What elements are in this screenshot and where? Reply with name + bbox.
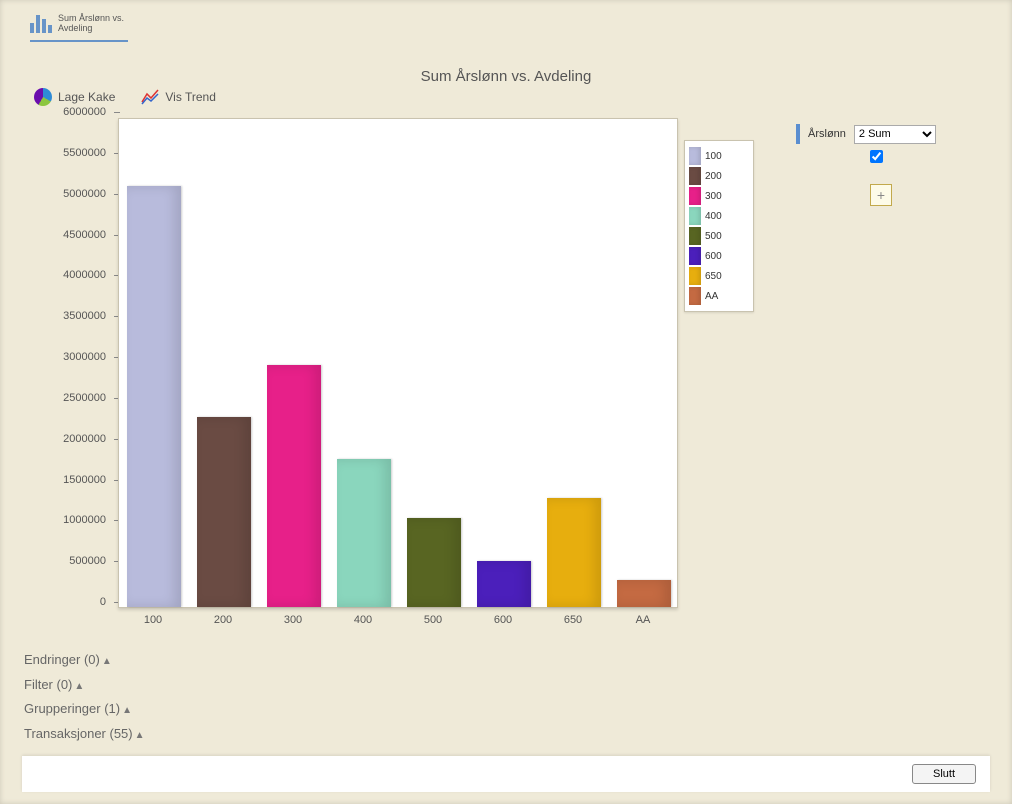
tab-strip: Sum Årslønn vs. Avdeling xyxy=(30,14,128,42)
pie-chart-icon xyxy=(34,88,52,106)
legend-item[interactable]: 200 xyxy=(689,167,749,185)
y-tick-label: 2500000 xyxy=(63,392,106,404)
close-button[interactable]: Slutt xyxy=(912,764,976,784)
x-tick-label: 650 xyxy=(564,614,582,626)
chart-plot[interactable] xyxy=(118,118,678,608)
legend-item[interactable]: 100 xyxy=(689,147,749,165)
accordion-header[interactable]: Transaksjoner (55)▲ xyxy=(24,722,145,747)
legend-item[interactable]: 500 xyxy=(689,227,749,245)
legend-label: 650 xyxy=(705,271,722,282)
legend-label: 200 xyxy=(705,171,722,182)
legend-swatch-icon xyxy=(689,247,701,265)
measure-checkbox-row xyxy=(796,150,976,166)
legend-item[interactable]: 650 xyxy=(689,267,749,285)
legend-swatch-icon xyxy=(689,267,701,285)
y-tick-label: 5500000 xyxy=(63,147,106,159)
y-tick-label: 1500000 xyxy=(63,474,106,486)
y-tick-label: 0 xyxy=(100,596,106,608)
legend-swatch-icon xyxy=(689,207,701,225)
y-tick-label: 3500000 xyxy=(63,310,106,322)
add-measure-button[interactable]: + xyxy=(870,184,892,206)
app-window: Sum Årslønn vs. Avdeling Sum Årslønn vs.… xyxy=(0,0,1012,804)
legend-item[interactable]: 400 xyxy=(689,207,749,225)
legend-swatch-icon xyxy=(689,187,701,205)
footer-bar: Slutt xyxy=(22,756,990,792)
y-tick-label: 1000000 xyxy=(63,514,106,526)
chart-bar[interactable] xyxy=(617,580,672,607)
y-tick-label: 4000000 xyxy=(63,269,106,281)
tab-chart[interactable]: Sum Årslønn vs. Avdeling xyxy=(30,14,128,42)
legend-label: 300 xyxy=(705,191,722,202)
legend-swatch-icon xyxy=(689,147,701,165)
bar-chart-icon xyxy=(30,15,52,33)
chart-bar[interactable] xyxy=(477,561,532,607)
legend-swatch-icon xyxy=(689,167,701,185)
chevron-up-icon: ▲ xyxy=(102,656,112,667)
show-trend-label: Vis Trend xyxy=(165,90,215,104)
y-tick-label: 500000 xyxy=(69,555,106,567)
x-tick-label: 100 xyxy=(144,614,162,626)
legend-label: AA xyxy=(705,291,718,302)
x-tick-label: 300 xyxy=(284,614,302,626)
chevron-up-icon: ▲ xyxy=(122,705,132,716)
chart-bar[interactable] xyxy=(267,365,322,607)
chart-area: 0 500000 1000000 1500000 2000000 2500000 30000… xyxy=(54,118,774,638)
x-tick-label: 400 xyxy=(354,614,372,626)
chart-legend: 100 200 300 400 500 600 650 AA xyxy=(684,140,754,312)
measure-field-label: Årslønn xyxy=(808,128,846,140)
accent-bar-icon xyxy=(796,124,800,144)
measure-checkbox[interactable] xyxy=(870,150,883,163)
chart-bar[interactable] xyxy=(197,417,252,607)
chart-bar[interactable] xyxy=(337,459,392,607)
chart-toolbar: Lage Kake Vis Trend xyxy=(30,86,220,108)
chevron-up-icon: ▲ xyxy=(74,681,84,692)
y-tick-label: 3000000 xyxy=(63,351,106,363)
y-tick-label: 4500000 xyxy=(63,229,106,241)
side-controls: Årslønn 2 Sum + xyxy=(796,124,976,206)
accordion-header[interactable]: Filter (0)▲ xyxy=(24,673,145,698)
x-axis: 100 200 300 400 500 600 650 AA xyxy=(118,614,678,634)
legend-label: 600 xyxy=(705,251,722,262)
chart-bar[interactable] xyxy=(407,518,462,607)
accordion-header[interactable]: Endringer (0)▲ xyxy=(24,648,145,673)
y-axis: 0 500000 1000000 1500000 2000000 2500000 30000… xyxy=(54,112,110,614)
accordion-panel: Endringer (0)▲Filter (0)▲Grupperinger (1… xyxy=(24,648,145,747)
legend-label: 500 xyxy=(705,231,722,242)
page-title: Sum Årslønn vs. Avdeling xyxy=(0,68,1012,85)
legend-label: 400 xyxy=(705,211,722,222)
measure-row: Årslønn 2 Sum xyxy=(796,124,976,144)
legend-swatch-icon xyxy=(689,227,701,245)
legend-item[interactable]: 300 xyxy=(689,187,749,205)
y-tick-label: 6000000 xyxy=(63,106,106,118)
x-tick-label: 200 xyxy=(214,614,232,626)
chevron-up-icon: ▲ xyxy=(135,730,145,741)
make-pie-label: Lage Kake xyxy=(58,90,115,104)
accordion-header[interactable]: Grupperinger (1)▲ xyxy=(24,697,145,722)
show-trend-button[interactable]: Vis Trend xyxy=(137,86,219,108)
legend-item[interactable]: 600 xyxy=(689,247,749,265)
aggregation-select[interactable]: 2 Sum xyxy=(854,125,936,144)
y-tick-label: 2000000 xyxy=(63,433,106,445)
legend-swatch-icon xyxy=(689,287,701,305)
chart-bar[interactable] xyxy=(127,186,182,607)
tab-label: Sum Årslønn vs. Avdeling xyxy=(58,14,128,34)
make-pie-button[interactable]: Lage Kake xyxy=(30,86,119,108)
chart-bar[interactable] xyxy=(547,498,602,607)
x-tick-label: 500 xyxy=(424,614,442,626)
y-tick-label: 5000000 xyxy=(63,188,106,200)
legend-item[interactable]: AA xyxy=(689,287,749,305)
x-tick-label: AA xyxy=(636,614,651,626)
x-tick-label: 600 xyxy=(494,614,512,626)
legend-label: 100 xyxy=(705,151,722,162)
trend-line-icon xyxy=(141,88,159,106)
